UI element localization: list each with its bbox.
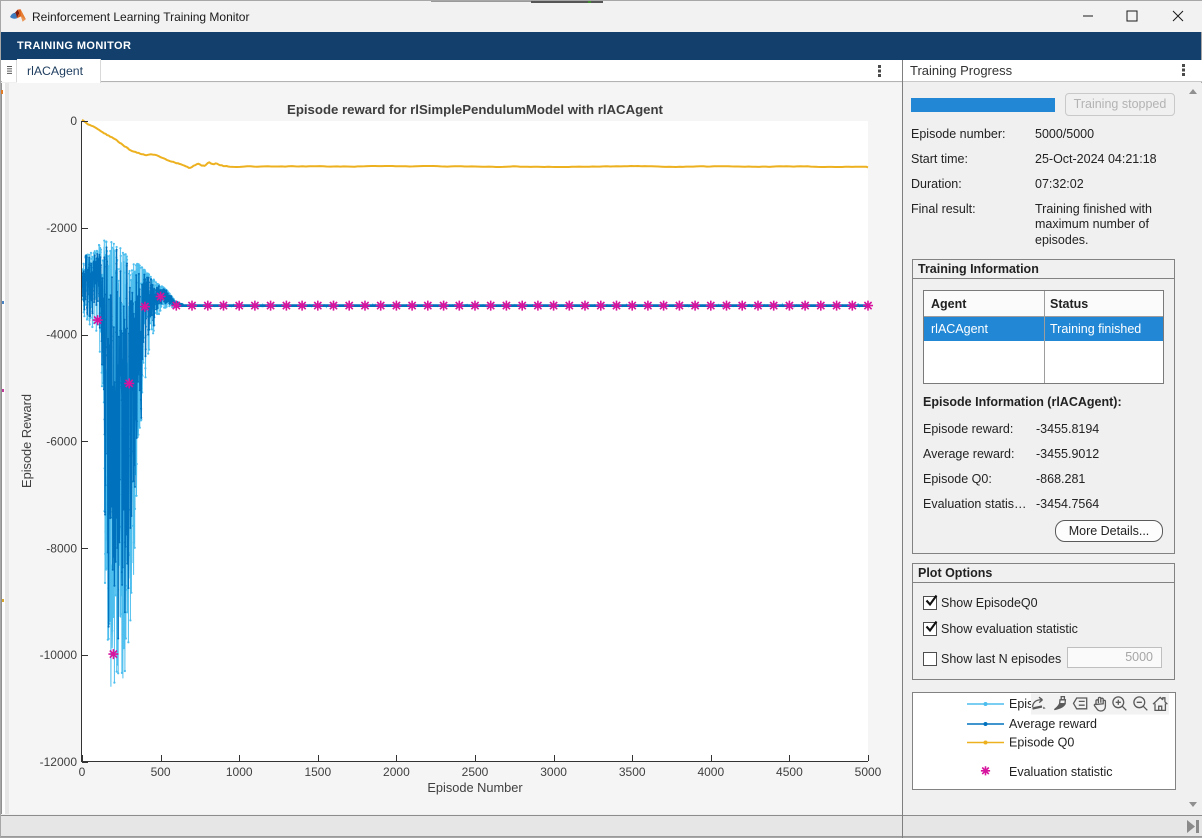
svg-text:1500: 1500	[304, 765, 331, 779]
svg-text:2000: 2000	[383, 765, 410, 779]
svg-text:-10000: -10000	[40, 648, 78, 662]
svg-text:-2000: -2000	[46, 221, 77, 235]
svg-text:2500: 2500	[462, 765, 489, 779]
svg-text:0: 0	[79, 765, 86, 779]
svg-text:-4000: -4000	[46, 328, 77, 342]
svg-text:-8000: -8000	[46, 541, 77, 555]
svg-text:4000: 4000	[697, 765, 724, 779]
svg-text:Average reward: Average reward	[1009, 717, 1097, 731]
svg-text:3000: 3000	[540, 765, 567, 779]
svg-text:1000: 1000	[226, 765, 253, 779]
svg-text:-6000: -6000	[46, 435, 77, 449]
svg-text:3500: 3500	[619, 765, 646, 779]
svg-text:-12000: -12000	[40, 755, 78, 769]
svg-text:Epis: Epis	[1009, 697, 1033, 711]
svg-text:Episode Q0: Episode Q0	[1009, 736, 1074, 750]
svg-text:5000: 5000	[855, 765, 882, 779]
svg-text:4500: 4500	[776, 765, 803, 779]
svg-text:Evaluation statistic: Evaluation statistic	[1009, 765, 1113, 779]
svg-text:Episode reward for rlSimplePen: Episode reward for rlSimplePendulumModel…	[287, 102, 663, 117]
svg-text:Episode Number: Episode Number	[427, 780, 523, 795]
svg-text:0: 0	[70, 114, 77, 128]
svg-text:Episode Reward: Episode Reward	[19, 394, 34, 488]
svg-text:500: 500	[151, 765, 171, 779]
